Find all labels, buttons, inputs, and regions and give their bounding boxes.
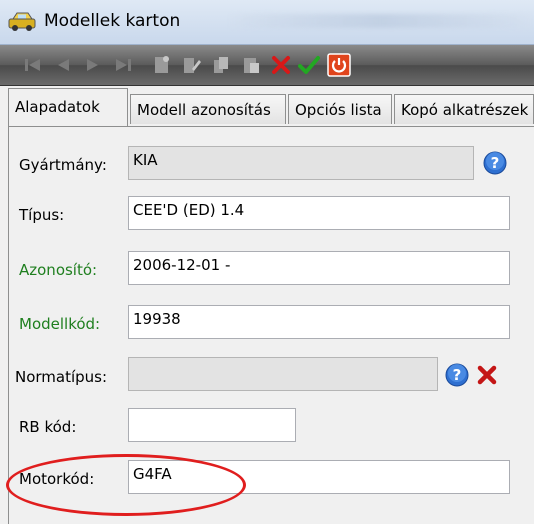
prev-record-button[interactable] [50,52,76,78]
new-icon [155,56,169,73]
motorkod-label: Motorkód: [19,470,95,488]
tipus-field[interactable]: CEE'D (ED) 1.4 [128,196,510,230]
svg-text:?: ? [453,366,462,384]
navigation-toolbar [0,45,534,86]
tab-strip: Alapadatok Modell azonosítás Opciós list… [0,86,534,126]
paste-icon [244,58,259,73]
first-record-button[interactable] [20,52,46,78]
tipus-label: Típus: [19,206,65,224]
first-icon [25,59,40,71]
rbkod-field[interactable] [128,408,296,442]
help-icon[interactable]: ? [483,151,507,175]
car-icon [8,12,36,31]
delete-icon [272,56,290,74]
delete-button[interactable] [268,52,294,78]
check-icon [298,56,320,74]
tab-opcios-lista[interactable]: Opciós lista [288,94,392,124]
normatipus-help-icon[interactable]: ? [445,363,469,387]
tab-modell-azonositas[interactable]: Modell azonosítás [130,94,286,124]
svg-text:?: ? [491,154,500,172]
power-icon [327,53,351,77]
azonosito-field[interactable]: 2006-12-01 - [128,251,510,285]
clear-normatipus-icon[interactable] [476,364,498,386]
motorkod-field[interactable]: G4FA [128,460,510,494]
tab-alapadatok[interactable]: Alapadatok [8,88,128,126]
title-bar: Modellek karton [0,0,534,45]
last-record-button[interactable] [110,52,136,78]
copy-record-button[interactable] [208,52,234,78]
copy-icon [214,57,228,73]
modellkod-label: Modellkód: [19,315,101,333]
gyartmany-field[interactable]: KIA [128,146,474,180]
tab-kopo-alkatreszek[interactable]: Kopó alkatrészek [394,94,534,124]
close-window-button[interactable] [326,52,352,78]
modellkod-field[interactable]: 19938 [128,305,510,339]
normatipus-field[interactable] [128,357,438,391]
confirm-button[interactable] [296,52,322,78]
normatipus-label: Normatípus: [15,368,108,386]
window-title: Modellek karton [44,11,181,31]
next-icon [87,59,98,71]
paste-record-button[interactable] [238,52,264,78]
next-record-button[interactable] [80,52,106,78]
last-icon [116,59,131,71]
edit-record-button[interactable] [178,52,204,78]
prev-icon [58,59,69,71]
rbkod-label: RB kód: [19,418,77,436]
azonosito-label: Azonosító: [19,261,98,279]
edit-icon [184,58,201,73]
gyartmany-label: Gyártmány: [19,156,107,174]
blurred-title-info [230,14,530,28]
new-record-button[interactable] [148,52,174,78]
